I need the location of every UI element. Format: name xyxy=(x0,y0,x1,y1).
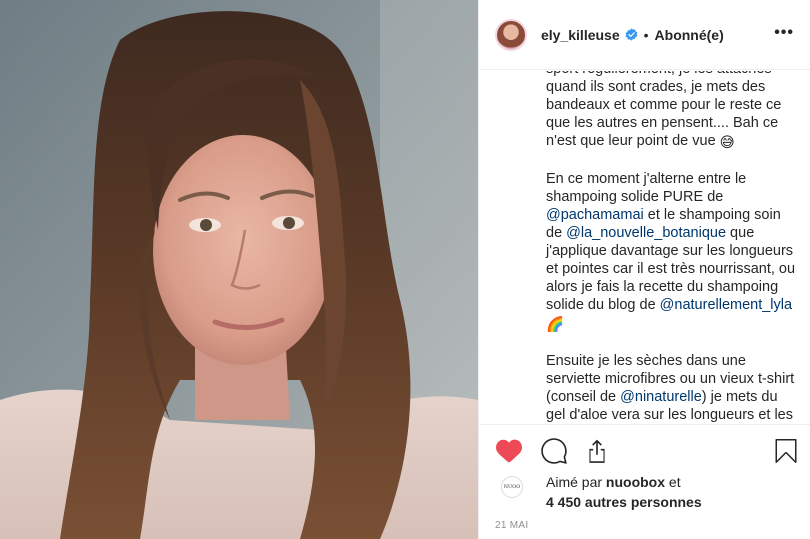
likes-middle: et xyxy=(665,474,681,490)
post-header: ely_killeuse • Abonné(e) ••• xyxy=(479,0,810,70)
username-link[interactable]: ely_killeuse xyxy=(541,27,620,43)
header-separator: • xyxy=(643,26,649,43)
caption-paragraph: En ce moment j'alterne entre le shampoin… xyxy=(546,170,800,334)
post-photo[interactable] xyxy=(0,0,478,539)
emoji: 😅 xyxy=(719,135,735,151)
caption-text: En ce moment j'alterne entre le shampoin… xyxy=(546,171,747,205)
post-date: 21 MAI xyxy=(495,520,529,531)
post-detail-panel: ely_killeuse • Abonné(e) ••• sport régul… xyxy=(478,0,810,539)
caption-text: sport régulièrement, je les attaches qua… xyxy=(546,71,782,149)
first-liker-link[interactable]: nuoobox xyxy=(606,474,665,490)
mention-link[interactable]: @ninaturelle xyxy=(620,389,702,405)
mention-link[interactable]: @naturellement_lyla xyxy=(660,297,792,313)
user-avatar[interactable] xyxy=(495,18,527,51)
comment-icon[interactable] xyxy=(541,438,567,464)
emoji: 🌈 xyxy=(546,317,565,333)
likes-count-link[interactable]: 4 450 autres personnes xyxy=(546,492,702,512)
likes-text: Aimé par nuoobox et 4 450 autres personn… xyxy=(546,472,702,512)
selfie-illustration xyxy=(0,0,478,539)
more-options-button[interactable]: ••• xyxy=(774,24,794,42)
share-icon[interactable] xyxy=(584,438,610,464)
mention-link[interactable]: @pachamamai xyxy=(546,207,644,223)
action-bar xyxy=(479,424,810,474)
caption-paragraph: sport régulièrement, je les attaches qua… xyxy=(546,71,800,152)
caption-paragraph: Ensuite je les sèches dans une serviette… xyxy=(546,352,800,424)
liker-avatar[interactable]: NUOO xyxy=(501,476,523,498)
follow-status-button[interactable]: Abonné(e) xyxy=(655,27,724,43)
verified-badge-icon xyxy=(625,28,638,41)
caption-scroll-area[interactable]: sport régulièrement, je les attaches qua… xyxy=(479,71,810,424)
bookmark-icon[interactable] xyxy=(774,438,800,464)
likes-prefix: Aimé par xyxy=(546,474,606,490)
heart-icon[interactable] xyxy=(496,438,522,464)
likes-summary: NUOO Aimé par nuoobox et 4 450 autres pe… xyxy=(501,472,702,512)
mention-link[interactable]: @la_nouvelle_botanique xyxy=(566,225,726,241)
